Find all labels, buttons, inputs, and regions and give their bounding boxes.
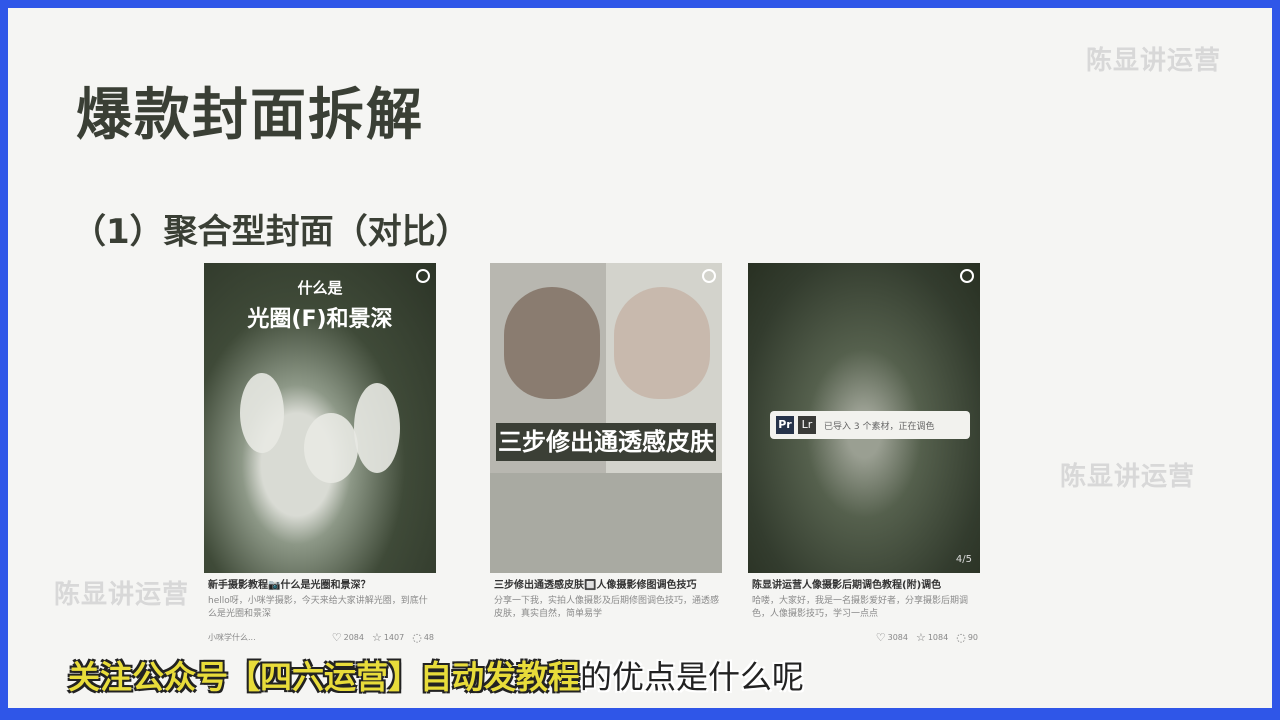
cover-image: 什么是 光圈(F)和景深 xyxy=(204,263,436,573)
face-after xyxy=(614,287,710,399)
star-count: 1407 xyxy=(383,633,405,642)
flower-shape xyxy=(354,383,400,473)
app-overlay-bar: Pr Lr 已导入 3 个素材，正在调色 xyxy=(770,411,970,439)
post-card-editing[interactable]: Pr Lr 已导入 3 个素材，正在调色 4/5 陈显讲运营人像摄影后期调色教程… xyxy=(748,263,980,663)
post-title: 三步修出通透感皮肤🔲人像摄影修图调色技巧 xyxy=(494,580,697,591)
comment-count: 90 xyxy=(967,633,978,642)
watermark: 陈显讲运营 xyxy=(1086,46,1222,76)
caption-rest: 的优点是什么呢 xyxy=(580,658,805,696)
cover-banner-text: 三步修出通透感皮肤 xyxy=(496,423,716,461)
cover-image: 三步修出通透感皮肤 xyxy=(490,263,722,573)
flower-shape xyxy=(304,413,358,483)
post-meta: 新手摄影教程📷什么是光圈和景深？ hello呀，小咪学摄影，今天来给大家讲解光圈… xyxy=(208,579,434,644)
post-desc: hello呀，小咪学摄影，今天来给大家讲解光圈，到底什么是光圈和景深 xyxy=(208,596,428,619)
post-card-skin[interactable]: 三步修出通透感皮肤 三步修出通透感皮肤🔲人像摄影修图调色技巧 分享一下我，实拍人… xyxy=(490,263,722,663)
post-title: 新手摄影教程📷什么是光圈和景深？ xyxy=(208,580,371,591)
slide: 爆款封面拆解 （1）聚合型封面（对比） 陈显讲运营 陈显讲运营 陈显讲运营 什么… xyxy=(8,8,1272,708)
post-meta: 陈显讲运营人像摄影后期调色教程(附)调色 哈喽，大家好，我是一名摄影爱好者，分享… xyxy=(752,579,978,644)
page-indicator: 4/5 xyxy=(955,554,972,565)
video-icon xyxy=(416,269,430,283)
slide-subtitle: （1）聚合型封面（对比） xyxy=(72,212,470,252)
video-icon xyxy=(960,269,974,283)
post-meta: 三步修出通透感皮肤🔲人像摄影修图调色技巧 分享一下我，实拍人像摄影及后期修图调色… xyxy=(494,579,720,621)
post-stats: ♡ 3084 ☆ 1084 ◌ 90 xyxy=(752,631,978,644)
lightroom-logo-icon: Lr xyxy=(798,416,816,434)
overlay-text: 已导入 3 个素材，正在调色 xyxy=(824,421,935,432)
subtitle-caption: 关注公众号【四六运营】自动发教程的优点是什么呢 xyxy=(68,652,804,696)
heart-icon[interactable]: ♡ xyxy=(876,631,886,644)
watermark: 陈显讲运营 xyxy=(1060,462,1196,492)
cover-image: Pr Lr 已导入 3 个素材，正在调色 4/5 xyxy=(748,263,980,573)
post-stats: 小咪学什么... ♡ 2084 ☆ 1407 ◌ 48 xyxy=(208,631,434,644)
star-icon[interactable]: ☆ xyxy=(916,631,926,644)
like-count: 3084 xyxy=(887,633,908,642)
author-name: 小咪学什么... xyxy=(208,633,256,642)
video-icon xyxy=(702,269,716,283)
flower-shape xyxy=(240,373,284,453)
post-desc: 哈喽，大家好，我是一名摄影爱好者，分享摄影后期调色，人像摄影技巧，学习一点点 xyxy=(752,596,969,619)
slide-title: 爆款封面拆解 xyxy=(76,83,424,148)
star-icon[interactable]: ☆ xyxy=(372,631,382,644)
like-count: 2084 xyxy=(343,633,364,642)
premiere-logo-icon: Pr xyxy=(776,416,794,434)
post-card-aperture[interactable]: 什么是 光圈(F)和景深 新手摄影教程📷什么是光圈和景深？ hello呀，小咪学… xyxy=(204,263,436,663)
face-before xyxy=(504,287,600,399)
comment-icon[interactable]: ◌ xyxy=(956,631,966,644)
shirt-area xyxy=(490,473,722,573)
caption-highlight: 关注公众号【四六运营】自动发教程 xyxy=(68,658,581,696)
comment-count: 48 xyxy=(423,633,434,642)
cover-big-text: 光圈(F)和景深 xyxy=(247,307,393,332)
comment-icon[interactable]: ◌ xyxy=(412,631,422,644)
post-title: 陈显讲运营人像摄影后期调色教程(附)调色 xyxy=(752,580,942,591)
post-desc: 分享一下我，实拍人像摄影及后期修图调色技巧，通透感皮肤，真实自然，简单易学 xyxy=(494,596,720,619)
heart-icon[interactable]: ♡ xyxy=(332,631,342,644)
cover-small-text: 什么是 xyxy=(297,279,343,297)
watermark: 陈显讲运营 xyxy=(54,580,190,610)
star-count: 1084 xyxy=(927,633,949,642)
